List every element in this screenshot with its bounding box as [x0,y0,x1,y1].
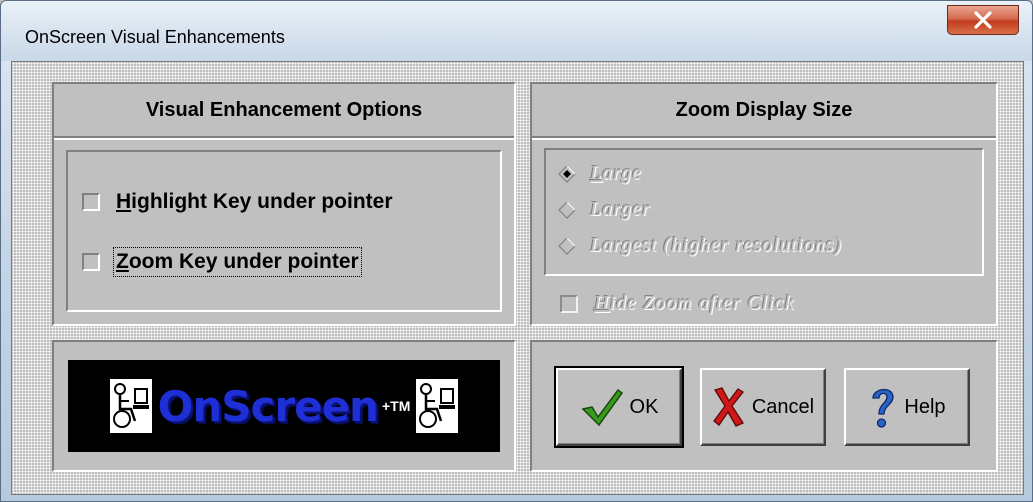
trademark-mark: +TM [381,398,411,414]
zoom-size-header: Zoom Display Size [532,84,996,138]
zoom-key-row[interactable]: Zoom Key under pointer [82,247,362,277]
wheelchair-computer-icon-right [416,379,459,433]
highlight-key-row[interactable]: Highlight Key under pointer [82,190,393,214]
help-button[interactable]: Help [844,368,970,446]
zoom-size-group: Large Larger Largest (higher resolutions… [544,148,984,276]
dialog-client-area: Visual Enhancement Options Highlight Key… [11,61,1024,495]
radio-large-selected-icon[interactable] [558,164,576,183]
highlight-key-label[interactable]: Highlight Key under pointer [116,190,393,214]
onscreen-logo-text: OnScreen [157,381,379,431]
radio-larger-label: Larger [590,198,651,220]
radio-larger-icon[interactable] [558,200,576,219]
hide-zoom-label: Hide Zoom after Click [594,292,795,314]
visual-options-group: Highlight Key under pointer Zoom Key und… [66,150,502,312]
highlight-key-checkbox[interactable] [82,193,100,211]
title-bar[interactable]: OnScreen Visual Enhancements [1,1,1032,61]
cancel-button-label: Cancel [751,395,815,418]
visual-options-header: Visual Enhancement Options [54,84,514,138]
radio-largest-label: Largest (higher resolutions) [590,234,843,256]
dialog-window: OnScreen Visual Enhancements Visual Enha… [0,0,1033,502]
checkmark-icon [581,388,623,427]
radio-largest-row[interactable]: Largest (higher resolutions) [558,234,842,257]
red-x-icon [712,387,744,427]
radio-largest-icon[interactable] [558,236,576,255]
logo-panel: OnScreen +TM [52,340,516,472]
zoom-size-panel: Zoom Display Size Large Larger Largest (… [530,82,998,326]
radio-large-row[interactable]: Large [558,162,642,185]
onscreen-logo: OnScreen +TM [68,360,500,452]
hide-zoom-checkbox[interactable] [560,294,578,313]
hide-zoom-row[interactable]: Hide Zoom after Click [560,292,794,315]
close-icon [974,11,992,29]
zoom-key-label[interactable]: Zoom Key under pointer [113,247,362,277]
cancel-button[interactable]: Cancel [700,368,826,446]
help-button-label: Help [904,395,946,418]
window-title: OnScreen Visual Enhancements [25,27,285,47]
ok-button-label: OK [629,395,659,418]
question-mark-icon [872,388,895,428]
radio-larger-row[interactable]: Larger [558,198,651,221]
visual-options-panel: Visual Enhancement Options Highlight Key… [52,82,516,326]
zoom-key-checkbox[interactable] [82,253,100,271]
ok-button[interactable]: OK [554,366,684,448]
close-button[interactable] [947,5,1019,35]
radio-large-label: Large [590,162,643,184]
buttons-panel: OK Cancel Help [530,340,998,472]
wheelchair-computer-icon-left [109,379,152,433]
